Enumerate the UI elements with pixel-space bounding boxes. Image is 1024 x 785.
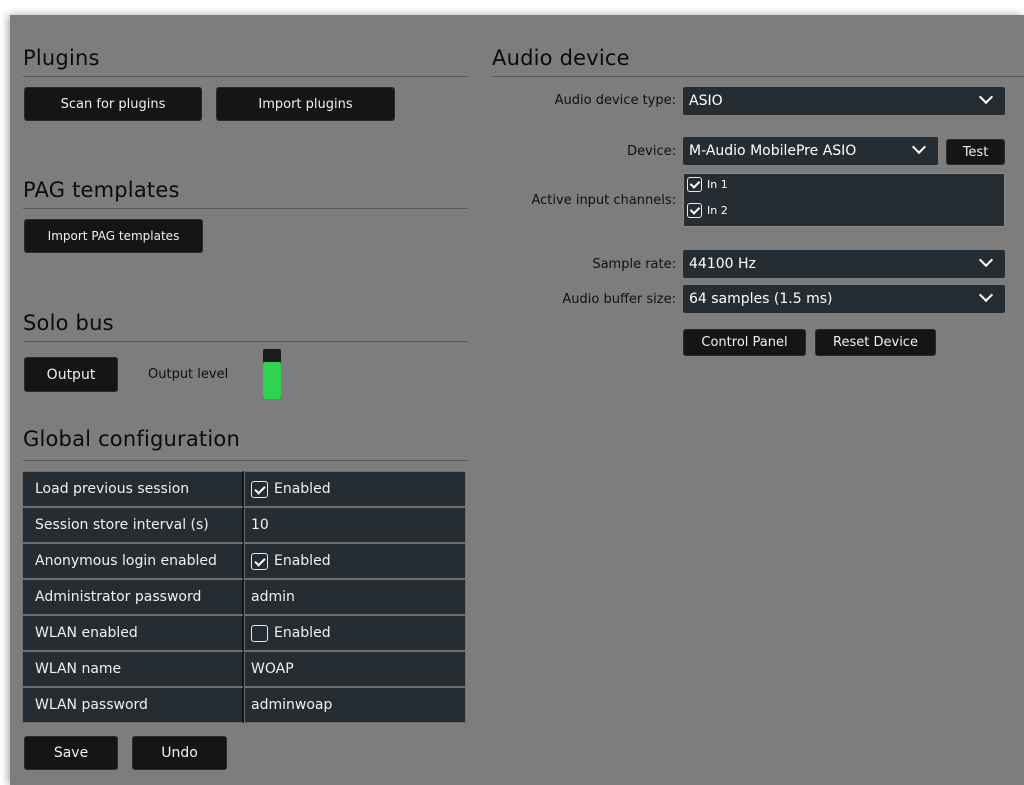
sample-rate-value: 44100 Hz — [689, 256, 756, 272]
checkbox-icon[interactable] — [251, 480, 268, 498]
config-row-label: Load previous session — [22, 471, 244, 507]
config-row-label: Administrator password — [22, 579, 244, 615]
pag-divider — [23, 208, 467, 209]
channel-checkbox-icon[interactable] — [687, 177, 702, 192]
import-pag-templates-button[interactable]: Import PAG templates — [24, 219, 203, 253]
reset-device-button[interactable]: Reset Device — [815, 329, 936, 356]
control-panel-button[interactable]: Control Panel — [683, 329, 806, 356]
config-checkbox-field[interactable]: Enabled — [244, 543, 466, 579]
config-checkbox-field[interactable]: Enabled — [244, 615, 466, 651]
audio-section-title: Audio device — [492, 46, 630, 70]
config-text-field[interactable]: admin — [244, 579, 466, 615]
buffer-size-select[interactable]: 64 samples (1.5 ms) — [683, 285, 1005, 313]
channel-item-in2[interactable]: In 2 — [687, 203, 728, 218]
checkbox-icon[interactable] — [251, 624, 268, 642]
settings-window: Plugins Scan for plugins Import plugins … — [10, 15, 1024, 785]
import-plugins-button[interactable]: Import plugins — [216, 87, 395, 121]
buffer-size-value: 64 samples (1.5 ms) — [689, 291, 833, 307]
config-row: WLAN password adminwoap — [22, 687, 466, 723]
undo-button[interactable]: Undo — [132, 736, 227, 770]
input-channels-list: In 1 In 2 — [683, 173, 1005, 227]
checkbox-label: Enabled — [274, 625, 331, 641]
audio-device-type-value: ASIO — [689, 93, 723, 109]
solo-divider — [23, 341, 467, 342]
global-section-title: Global configuration — [23, 427, 240, 451]
config-value[interactable]: 10 — [251, 517, 269, 533]
config-row: Load previous session Enabled — [22, 471, 466, 507]
device-select[interactable]: M-Audio MobilePre ASIO — [683, 137, 938, 165]
active-input-channels-label: Active input channels: — [531, 193, 676, 208]
config-row-label: WLAN password — [22, 687, 244, 723]
config-checkbox-field[interactable]: Enabled — [244, 471, 466, 507]
buffer-size-label: Audio buffer size: — [562, 292, 676, 307]
audio-device-type-label: Audio device type: — [554, 93, 676, 108]
config-row: Session store interval (s) 10 — [22, 507, 466, 543]
checkbox-icon[interactable] — [251, 552, 268, 570]
config-row-label: Anonymous login enabled — [22, 543, 244, 579]
chevron-down-icon — [978, 252, 994, 268]
checkbox-label: Enabled — [274, 481, 331, 497]
output-level-meter-fill — [263, 362, 281, 399]
config-row-label: Session store interval (s) — [22, 507, 244, 543]
chevron-down-icon — [911, 139, 927, 155]
pag-section-title: PAG templates — [23, 178, 180, 202]
scan-plugins-button[interactable]: Scan for plugins — [24, 87, 202, 121]
config-text-field[interactable]: adminwoap — [244, 687, 466, 723]
config-row-label: WLAN enabled — [22, 615, 244, 651]
chevron-down-icon — [978, 89, 994, 105]
config-row: WLAN enabled Enabled — [22, 615, 466, 651]
config-text-field[interactable]: 10 — [244, 507, 466, 543]
config-row: WLAN name WOAP — [22, 651, 466, 687]
channel-label: In 2 — [707, 204, 728, 217]
config-row-label: WLAN name — [22, 651, 244, 687]
config-value[interactable]: WOAP — [251, 661, 294, 677]
channel-checkbox-icon[interactable] — [687, 203, 702, 218]
audio-divider — [492, 76, 1024, 77]
chevron-down-icon — [978, 287, 994, 303]
device-value: M-Audio MobilePre ASIO — [689, 143, 857, 159]
sample-rate-label: Sample rate: — [592, 257, 676, 272]
config-text-field[interactable]: WOAP — [244, 651, 466, 687]
config-row: Administrator password admin — [22, 579, 466, 615]
plugins-section-title: Plugins — [23, 46, 100, 70]
save-button[interactable]: Save — [24, 736, 118, 770]
output-level-label: Output level — [148, 367, 229, 382]
channel-label: In 1 — [707, 178, 728, 191]
checkbox-label: Enabled — [274, 553, 331, 569]
device-label: Device: — [627, 144, 676, 159]
config-row: Anonymous login enabled Enabled — [22, 543, 466, 579]
config-value[interactable]: admin — [251, 589, 295, 605]
plugins-divider — [23, 76, 467, 77]
output-level-meter — [263, 349, 281, 399]
global-divider — [23, 460, 467, 461]
channel-item-in1[interactable]: In 1 — [687, 177, 728, 192]
solo-section-title: Solo bus — [23, 311, 114, 335]
config-value[interactable]: adminwoap — [251, 697, 332, 713]
sample-rate-select[interactable]: 44100 Hz — [683, 250, 1005, 278]
audio-device-type-select[interactable]: ASIO — [683, 87, 1005, 115]
test-button[interactable]: Test — [946, 139, 1005, 165]
solo-output-button[interactable]: Output — [24, 357, 118, 392]
global-config-table: Load previous session Enabled Session stor… — [22, 471, 466, 723]
